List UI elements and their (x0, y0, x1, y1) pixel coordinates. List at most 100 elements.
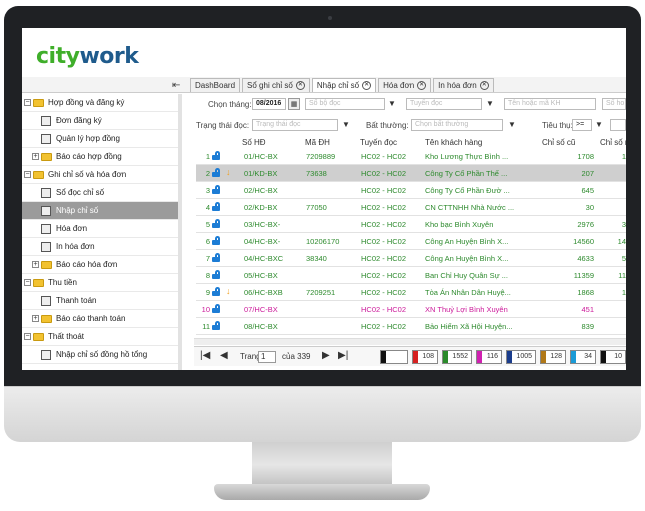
badge-count: 1552 (452, 353, 468, 360)
status-count-badge[interactable]: 116 (476, 350, 502, 364)
unlock-icon[interactable] (212, 219, 220, 228)
sidebar-item[interactable]: − Ghi chỉ số và hóa đơn (22, 166, 178, 184)
unlock-icon[interactable] (212, 185, 220, 194)
expand-toggle-icon[interactable]: + (32, 315, 39, 322)
sidebar-item[interactable]: − Thu tiền (22, 274, 178, 292)
usage-value-input[interactable] (610, 119, 626, 131)
unlock-icon[interactable] (212, 151, 220, 160)
sidebar-item[interactable]: + Báo cáo thanh toán (22, 310, 178, 328)
table-row[interactable]: 11 08/HC-BX HC02 - HC02 Bảo Hiểm Xã Hội Huy… (196, 318, 626, 335)
sidebar-item[interactable]: Sổ đọc chỉ số (22, 184, 178, 202)
expand-toggle-icon[interactable]: + (32, 153, 39, 160)
prev-page-icon[interactable]: ◀ (220, 350, 228, 361)
table-row[interactable]: 8 05/HC-BX HC02 - HC02 Ban Chỉ Huy Quân Sự … (196, 267, 626, 284)
chevron-down-icon[interactable]: ▼ (593, 119, 605, 131)
sidebar-item[interactable]: + Báo cáo hóa đơn (22, 256, 178, 274)
table-row[interactable]: 10 07/HC-BX HC02 - HC02 XN Thuỷ Lợi Bình Xu… (196, 301, 626, 318)
customer-search-input[interactable]: Tên hoặc mã KH (504, 98, 596, 110)
cell-ma-dh: 77050 (306, 203, 327, 212)
citywork-logo[interactable]: citywork (36, 44, 139, 69)
cell-cu: 451 (581, 305, 594, 314)
sidebar-item[interactable]: Nhập chỉ số (22, 202, 178, 220)
sidebar-item[interactable]: In hóa đơn (22, 238, 178, 256)
status-count-badge[interactable]: 108 (412, 350, 438, 364)
column-header-ma-dh[interactable]: Mã ĐH (305, 138, 330, 147)
row-number: 10 (201, 305, 210, 314)
table-row[interactable]: 7 04/HC-BXC 38340 HC02 - HC02 Công An Huyện … (196, 250, 626, 267)
usage-operator-select[interactable]: >= (572, 119, 592, 131)
chevron-down-icon[interactable]: ▼ (506, 119, 518, 131)
close-icon[interactable]: ✕ (295, 81, 305, 90)
column-header-chi-so-moi[interactable]: Chỉ số m (600, 138, 626, 147)
expand-toggle-icon[interactable]: − (24, 279, 31, 286)
unlock-icon[interactable] (212, 304, 220, 313)
table-row[interactable]: 1 01/HC-BX 7209889 HC02 - HC02 Kho Lương Thự… (196, 148, 626, 165)
chevron-down-icon[interactable]: ▼ (386, 98, 398, 110)
unlock-icon[interactable] (212, 168, 220, 177)
abnormal-select[interactable]: Chọn bất thường (411, 119, 503, 131)
calendar-icon[interactable]: ▦ (288, 98, 300, 110)
close-icon[interactable]: ✕ (479, 81, 489, 90)
close-icon[interactable]: ✕ (417, 81, 427, 90)
status-count-badge[interactable]: 34 (570, 350, 596, 364)
table-row[interactable]: 6 04/HC-BX- 10206170 HC02 - HC02 Công An Huy… (196, 233, 626, 250)
table-row[interactable]: 5 03/HC-BX- HC02 - HC02 Kho bạc Bình Xuyên 2… (196, 216, 626, 233)
route-select[interactable]: Tuyến đọc (406, 98, 482, 110)
tab[interactable]: In hóa đơn ✕ (433, 78, 494, 92)
expand-toggle-icon[interactable]: + (32, 261, 39, 268)
last-page-icon[interactable]: ▶| (338, 350, 348, 361)
chevron-down-icon[interactable]: ▼ (340, 119, 352, 131)
sidebar-item[interactable]: Đơn đăng ký (22, 112, 178, 130)
sidebar-item[interactable]: − Hợp đồng và đăng ký (22, 94, 178, 112)
expand-toggle-icon[interactable]: − (24, 333, 31, 340)
table-row[interactable]: 4 02/KD-BX 77050 HC02 - HC02 CN CTTNHH Nhà N… (196, 199, 626, 216)
reader-book-select[interactable]: Sổ bộ đọc (305, 98, 385, 110)
page-input[interactable]: 1 (258, 351, 276, 363)
status-count-badge[interactable]: 1005 (506, 350, 536, 364)
expand-toggle-icon[interactable]: − (24, 99, 31, 106)
unlock-icon[interactable] (212, 202, 220, 211)
status-count-badge[interactable] (380, 350, 408, 364)
table-row[interactable]: 3 02/HC-BX HC02 - HC02 Công Ty Cổ Phần Đườ … (196, 182, 626, 199)
status-count-badge[interactable]: 128 (540, 350, 566, 364)
column-header-so-hd[interactable]: Số HĐ (242, 138, 266, 147)
sidebar-item[interactable]: Hóa đơn (22, 220, 178, 238)
close-icon[interactable]: ✕ (362, 81, 372, 90)
column-header-tuyen-doc[interactable]: Tuyến đọc (360, 138, 397, 147)
column-header-chi-so-cu[interactable]: Chỉ số cũ (542, 138, 575, 147)
folder-icon (41, 314, 52, 323)
sidebar-item[interactable]: Thanh toán (22, 292, 178, 310)
unlock-icon[interactable] (212, 236, 220, 245)
unlock-icon[interactable] (212, 321, 220, 330)
cell-ma-dh: 38340 (306, 254, 327, 263)
sidebar-item[interactable]: + Báo cáo hợp đồng (22, 148, 178, 166)
next-page-icon[interactable]: ▶ (322, 350, 330, 361)
row-number: 5 (205, 220, 210, 229)
unlock-icon[interactable] (212, 270, 220, 279)
extra-search-input[interactable]: Số ho (602, 98, 626, 110)
sidebar-item[interactable]: Nhập chỉ số đồng hồ tổng (22, 346, 178, 364)
sidebar-item[interactable]: Quản lý hợp đồng (22, 130, 178, 148)
unlock-icon[interactable] (212, 287, 220, 296)
expand-toggle-icon[interactable]: − (24, 171, 31, 178)
horizontal-scrollbar[interactable] (194, 338, 626, 345)
tab[interactable]: Hóa đơn ✕ (378, 78, 432, 92)
sidebar-item[interactable]: − Thất thoát (22, 328, 178, 346)
unlock-icon[interactable] (212, 253, 220, 262)
table-row[interactable]: 9 ↓ 06/HC-BXB 7209251 HC02 - HC02 Tòa Án Nhân… (196, 284, 626, 301)
sidebar-scrollbar[interactable] (178, 94, 182, 370)
status-count-badge[interactable]: 10 (600, 350, 626, 364)
tab[interactable]: DashBoard (190, 78, 241, 92)
chevron-down-icon[interactable]: ▼ (484, 98, 496, 110)
tab[interactable]: Nhập chỉ số ✕ (311, 78, 377, 92)
first-page-icon[interactable]: |◀ (200, 350, 210, 361)
tab[interactable]: Sổ ghi chỉ số ✕ (242, 78, 310, 92)
cell-cu: 1868 (577, 288, 594, 297)
status-select[interactable]: Trạng thái đọc (252, 119, 338, 131)
cell-ten: Công Ty Cổ Phần Đườ ... (425, 186, 510, 195)
collapse-sidebar-icon[interactable]: ⇤ (172, 80, 180, 91)
month-input[interactable]: 08/2016 (252, 98, 286, 110)
status-count-badge[interactable]: 1552 (442, 350, 472, 364)
column-header-ten-khach-hang[interactable]: Tên khách hàng (425, 138, 482, 147)
table-row[interactable]: 2 ↓ 01/KD-BX 73638 HC02 - HC02 Công Ty Cổ Phầ… (196, 165, 626, 182)
